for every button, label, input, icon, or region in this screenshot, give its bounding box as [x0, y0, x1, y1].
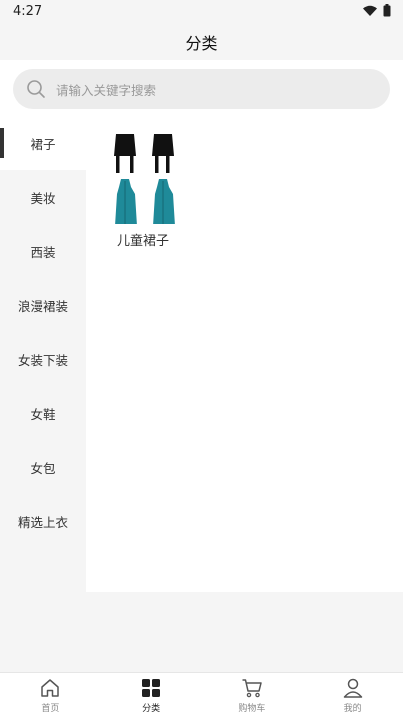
tab-category[interactable]: 分类: [101, 673, 202, 717]
tab-cart[interactable]: 购物车: [202, 673, 303, 717]
tab-label: 购物车: [238, 703, 266, 714]
user-icon: [343, 678, 362, 698]
sidebar-item-skirts[interactable]: 裙子: [0, 116, 86, 170]
category-content: 儿童裙子: [86, 116, 403, 592]
sidebar-item-label: 女鞋: [30, 406, 56, 422]
sidebar-item-makeup[interactable]: 美妆: [0, 170, 86, 224]
category-sidebar: 裙子 美妆 西装 浪漫裙装 女装下装 女鞋 女包 精选上衣: [0, 116, 86, 592]
sidebar-item-tops[interactable]: 精选上衣: [0, 494, 86, 548]
sidebar-item-label: 精选上衣: [17, 514, 68, 530]
tab-home[interactable]: 首页: [0, 673, 101, 717]
sidebar-item-label: 裙子: [30, 136, 56, 152]
battery-icon: [383, 4, 391, 17]
search-section: 请输入关键字搜索: [0, 60, 403, 120]
category-grid-icon: [142, 678, 161, 697]
home-icon: [41, 678, 60, 697]
sidebar-item-romantic-dresses[interactable]: 浪漫裙装: [0, 278, 86, 332]
bottom-spacer: [0, 592, 403, 672]
status-time: 4:27: [13, 4, 43, 19]
sidebar-item-label: 女装下装: [17, 352, 68, 368]
sidebar-item-womens-shoes[interactable]: 女鞋: [0, 386, 86, 440]
sidebar-item-womens-bags[interactable]: 女包: [0, 440, 86, 494]
category-card[interactable]: 儿童裙子: [106, 124, 180, 249]
bottom-tabbar: 首页 分类 购物车 我的: [0, 672, 403, 717]
page-title: 分类: [185, 34, 218, 53]
tab-label: 分类: [142, 703, 161, 714]
navbar: 分类: [0, 24, 403, 60]
sidebar-item-suits[interactable]: 西装: [0, 224, 86, 278]
status-bar: 4:27: [0, 0, 403, 24]
status-icons: [363, 4, 391, 17]
tab-profile[interactable]: 我的: [302, 673, 403, 717]
cart-icon: [242, 678, 262, 697]
tab-label: 首页: [41, 703, 60, 714]
sidebar-item-label: 浪漫裙装: [17, 298, 68, 314]
skirts-product-image: [114, 134, 175, 224]
sidebar-item-label: 西装: [30, 244, 56, 260]
wifi-icon: [363, 5, 377, 16]
tab-label: 我的: [343, 703, 362, 714]
search-input[interactable]: 请输入关键字搜索: [13, 69, 390, 109]
search-placeholder: 请输入关键字搜索: [56, 82, 157, 98]
sidebar-item-womens-bottoms[interactable]: 女装下装: [0, 332, 86, 386]
category-label: 儿童裙子: [116, 234, 169, 249]
sidebar-item-label: 美妆: [30, 190, 56, 206]
search-icon: [27, 80, 45, 98]
sidebar-item-label: 女包: [30, 460, 56, 476]
